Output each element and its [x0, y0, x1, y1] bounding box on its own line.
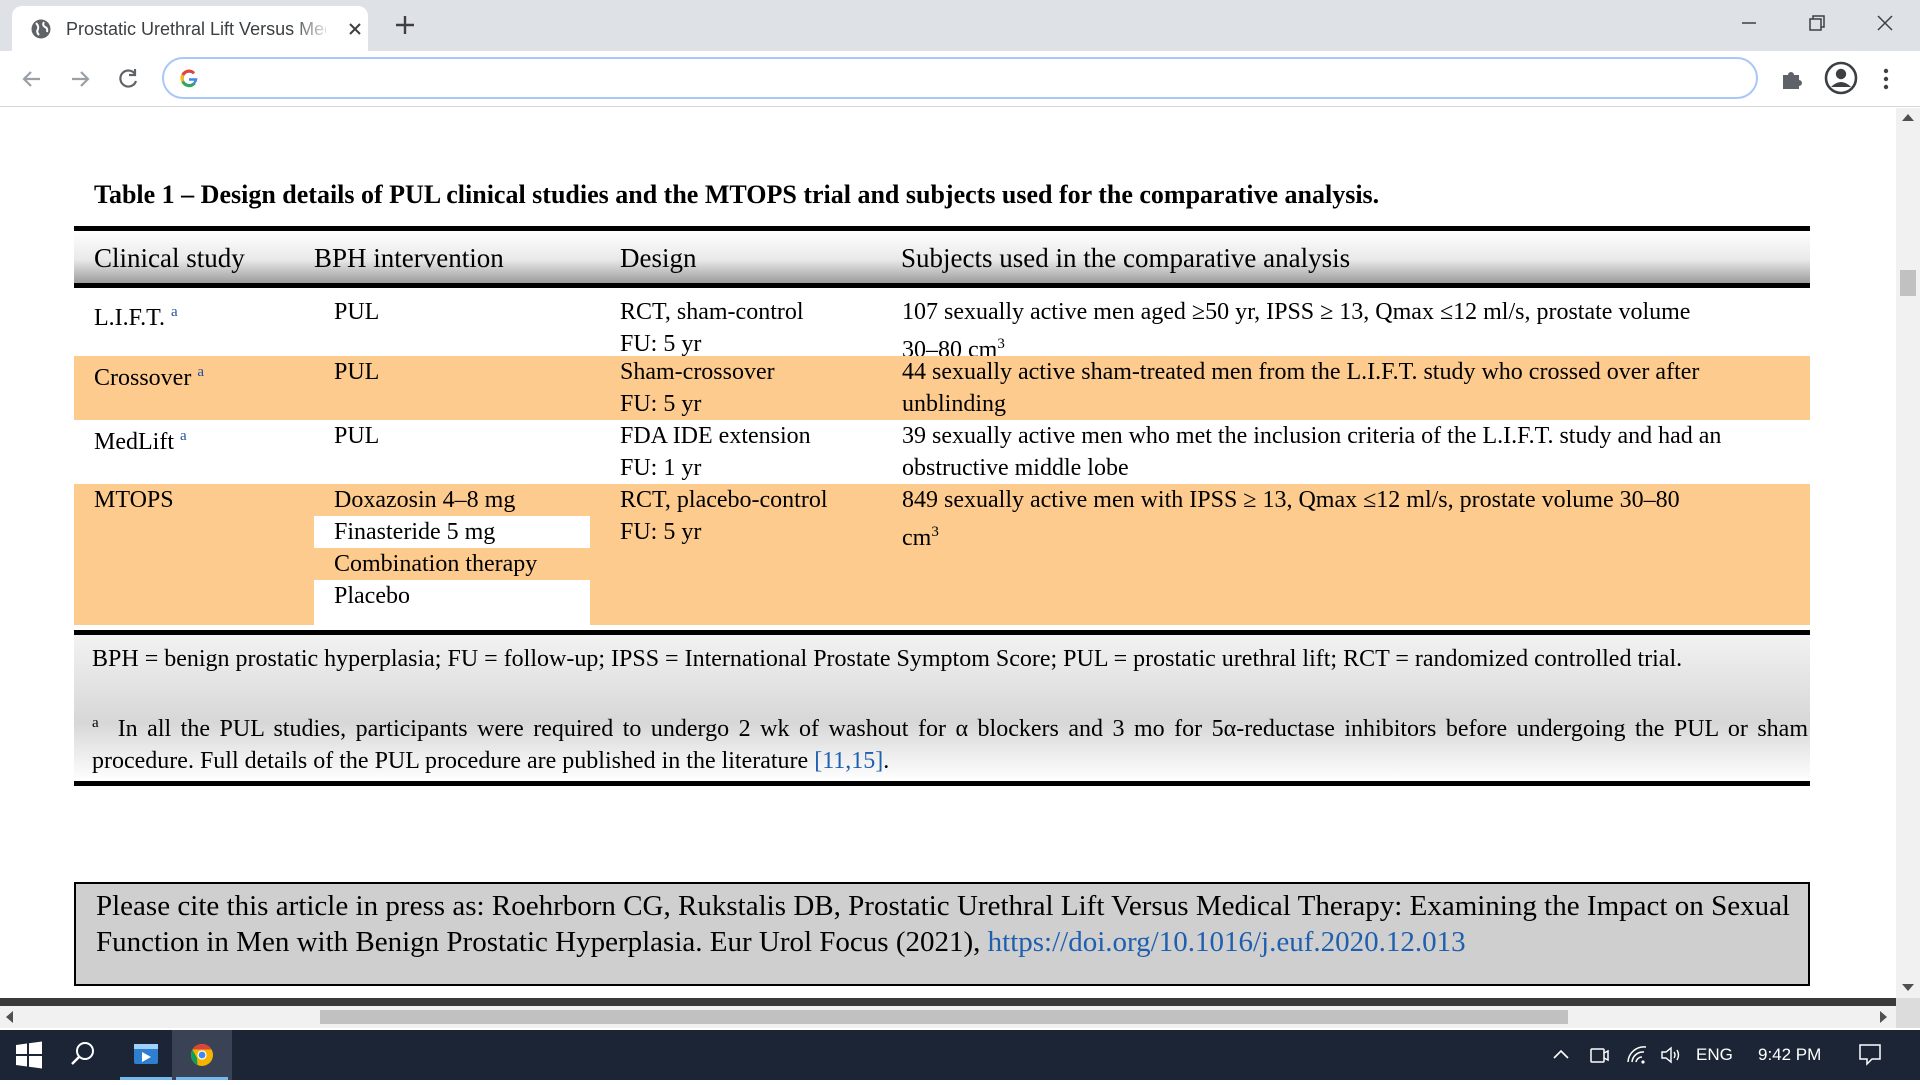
scrollbar-corner — [1896, 998, 1920, 1028]
header-clinical-study: Clinical study — [94, 243, 245, 273]
subjects-line: 39 sexually active men who met the inclu… — [902, 423, 1722, 449]
address-bar[interactable] — [162, 57, 1758, 99]
design-line: FU: 5 yr — [620, 391, 702, 417]
intervention: Placebo — [334, 583, 410, 609]
start-button[interactable] — [0, 1030, 60, 1080]
scroll-right-arrow-icon[interactable] — [1880, 1011, 1887, 1023]
footnote-a: a In all the PUL studies, participants w… — [92, 715, 1808, 774]
taskbar-chrome-button[interactable] — [172, 1030, 232, 1080]
close-window-icon[interactable] — [1872, 10, 1898, 36]
reference-link[interactable]: [11,15] — [814, 748, 883, 774]
notification-icon[interactable] — [1856, 1040, 1884, 1068]
study-name: MedLift a — [94, 428, 187, 455]
globe-icon — [31, 19, 51, 39]
table-row: MTOPS Doxazosin 4–8 mg Finasteride 5 mg … — [74, 484, 1810, 625]
subjects-line: 849 sexually active men with IPSS ≥ 13, … — [902, 487, 1680, 513]
table-footnotes: BPH = benign prostatic hyperplasia; FU =… — [74, 630, 1810, 786]
media-app-icon — [134, 1044, 158, 1064]
table-row: Crossover a PUL Sham-crossover FU: 5 yr … — [74, 356, 1810, 420]
back-arrow-icon[interactable] — [18, 65, 46, 93]
scroll-down-arrow-icon[interactable] — [1902, 984, 1914, 991]
design-line: RCT, placebo-control — [620, 487, 828, 513]
citation-text: Please cite this article in press as: Ro… — [96, 890, 1790, 958]
citation-box: Please cite this article in press as: Ro… — [74, 882, 1810, 986]
language-indicator[interactable]: ENG — [1696, 1045, 1733, 1065]
chevron-up-icon[interactable] — [1548, 1042, 1574, 1068]
page-bottom-edge — [0, 998, 1896, 1006]
subjects-line: cm3 — [902, 524, 939, 551]
horizontal-scrollbar[interactable] — [0, 1006, 1896, 1028]
intervention: Doxazosin 4–8 mg — [334, 487, 516, 513]
page-viewport: Table 1 – Design details of PUL clinical… — [0, 108, 1896, 998]
header-design: Design — [620, 243, 697, 273]
vertical-scrollbar[interactable] — [1896, 108, 1920, 998]
tab-title: Prostatic Urethral Lift Versus Medical T… — [66, 19, 326, 39]
intervention: Combination therapy — [334, 551, 538, 577]
header-subjects: Subjects used in the comparative analysi… — [901, 243, 1351, 273]
subjects-line: obstructive middle lobe — [902, 455, 1129, 481]
study-name: Crossover a — [94, 364, 204, 391]
search-icon — [71, 1042, 94, 1065]
design-line: Sham-crossover — [620, 359, 775, 385]
reload-icon[interactable] — [114, 65, 142, 93]
subjects-line: 107 sexually active men aged ≥50 yr, IPS… — [902, 299, 1691, 325]
taskbar-app-button[interactable] — [116, 1030, 176, 1080]
browser-tab[interactable]: Prostatic Urethral Lift Versus Medical T… — [12, 6, 368, 51]
vertical-scroll-thumb[interactable] — [1900, 270, 1916, 296]
design-line: FU: 5 yr — [620, 519, 702, 545]
wifi-icon[interactable] — [1624, 1042, 1650, 1068]
extensions-puzzle-icon[interactable] — [1778, 65, 1806, 93]
intervention: PUL — [334, 359, 380, 385]
intervention: PUL — [334, 423, 380, 449]
minimize-icon[interactable] — [1736, 10, 1762, 36]
taskbar: ENG 9:42 PM — [0, 1030, 1920, 1080]
windows-logo-icon — [16, 1041, 42, 1069]
subjects-line: 44 sexually active sham-treated men from… — [902, 359, 1700, 385]
kebab-menu-icon[interactable] — [1876, 65, 1896, 93]
table-row: MedLift a PUL FDA IDE extension FU: 1 yr… — [74, 420, 1810, 484]
study-name: MTOPS — [94, 487, 174, 513]
restore-icon[interactable] — [1804, 10, 1830, 36]
horizontal-scroll-thumb[interactable] — [320, 1010, 1568, 1024]
header-bph-intervention: BPH intervention — [314, 243, 504, 273]
google-icon — [180, 69, 198, 88]
study-name: L.I.F.T. a — [94, 304, 178, 331]
new-tab-icon[interactable] — [392, 12, 418, 38]
design-line: RCT, sham-control — [620, 299, 804, 325]
design-line: FDA IDE extension — [620, 423, 811, 449]
table-title: Table 1 – Design details of PUL clinical… — [94, 180, 1380, 209]
design-line: FU: 1 yr — [620, 455, 702, 481]
profile-avatar-icon[interactable] — [1824, 61, 1858, 95]
table-header: Clinical study BPH intervention Design S… — [74, 226, 1810, 288]
forward-arrow-icon[interactable] — [66, 65, 94, 93]
footnote-abbreviations: BPH = benign prostatic hyperplasia; FU =… — [92, 646, 1683, 672]
search-button[interactable] — [52, 1030, 112, 1080]
table-row: L.I.F.T. a PUL RCT, sham-control FU: 5 y… — [74, 292, 1810, 363]
subjects-line: unblinding — [902, 391, 1007, 417]
speaker-icon[interactable] — [1658, 1042, 1684, 1068]
doi-link[interactable]: https://doi.org/10.1016/j.euf.2020.12.01… — [988, 926, 1466, 958]
tab-title-fade — [292, 14, 332, 44]
meet-now-icon[interactable] — [1586, 1042, 1612, 1068]
browser-toolbar — [0, 51, 1920, 107]
clock[interactable]: 9:42 PM — [1758, 1045, 1821, 1065]
intervention: Finasteride 5 mg — [334, 519, 496, 545]
scroll-left-arrow-icon[interactable] — [6, 1011, 13, 1023]
close-tab-icon[interactable] — [344, 18, 366, 40]
intervention: PUL — [334, 299, 380, 325]
scroll-up-arrow-icon[interactable] — [1902, 114, 1914, 121]
chrome-icon — [191, 1044, 213, 1066]
tab-bar: Prostatic Urethral Lift Versus Medical T… — [0, 0, 1920, 51]
